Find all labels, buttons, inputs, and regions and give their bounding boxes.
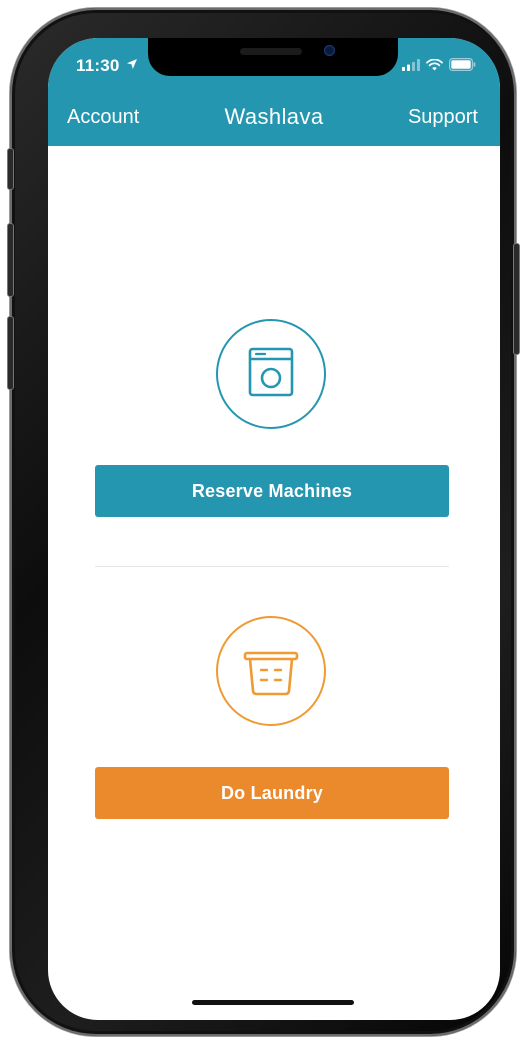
reserve-icon-circle — [216, 319, 326, 429]
app-screen: 11:30 Account Washlava Support Reserve M… — [48, 38, 500, 1020]
home-indicator[interactable] — [192, 1000, 354, 1005]
washing-machine-icon — [248, 347, 294, 397]
do-laundry-button[interactable]: Do Laundry — [95, 767, 449, 819]
wifi-icon — [426, 58, 443, 70]
cellular-signal-icon — [402, 58, 420, 71]
status-indicators — [402, 58, 476, 71]
reserve-machines-button[interactable]: Reserve Machines — [95, 465, 449, 517]
location-arrow-icon — [127, 59, 137, 69]
front-camera — [324, 45, 335, 56]
battery-icon — [449, 58, 476, 71]
silent-switch — [7, 148, 14, 190]
laundry-icon-circle — [216, 616, 326, 726]
speaker-grille — [240, 48, 302, 55]
status-time: 11:30 — [76, 56, 120, 75]
section-divider — [95, 566, 449, 567]
power-button — [513, 243, 520, 355]
support-link[interactable]: Support — [408, 106, 478, 129]
volume-up-button — [7, 223, 14, 297]
device-notch — [148, 38, 398, 76]
laundry-basket-icon — [243, 651, 299, 696]
volume-down-button — [7, 316, 14, 390]
